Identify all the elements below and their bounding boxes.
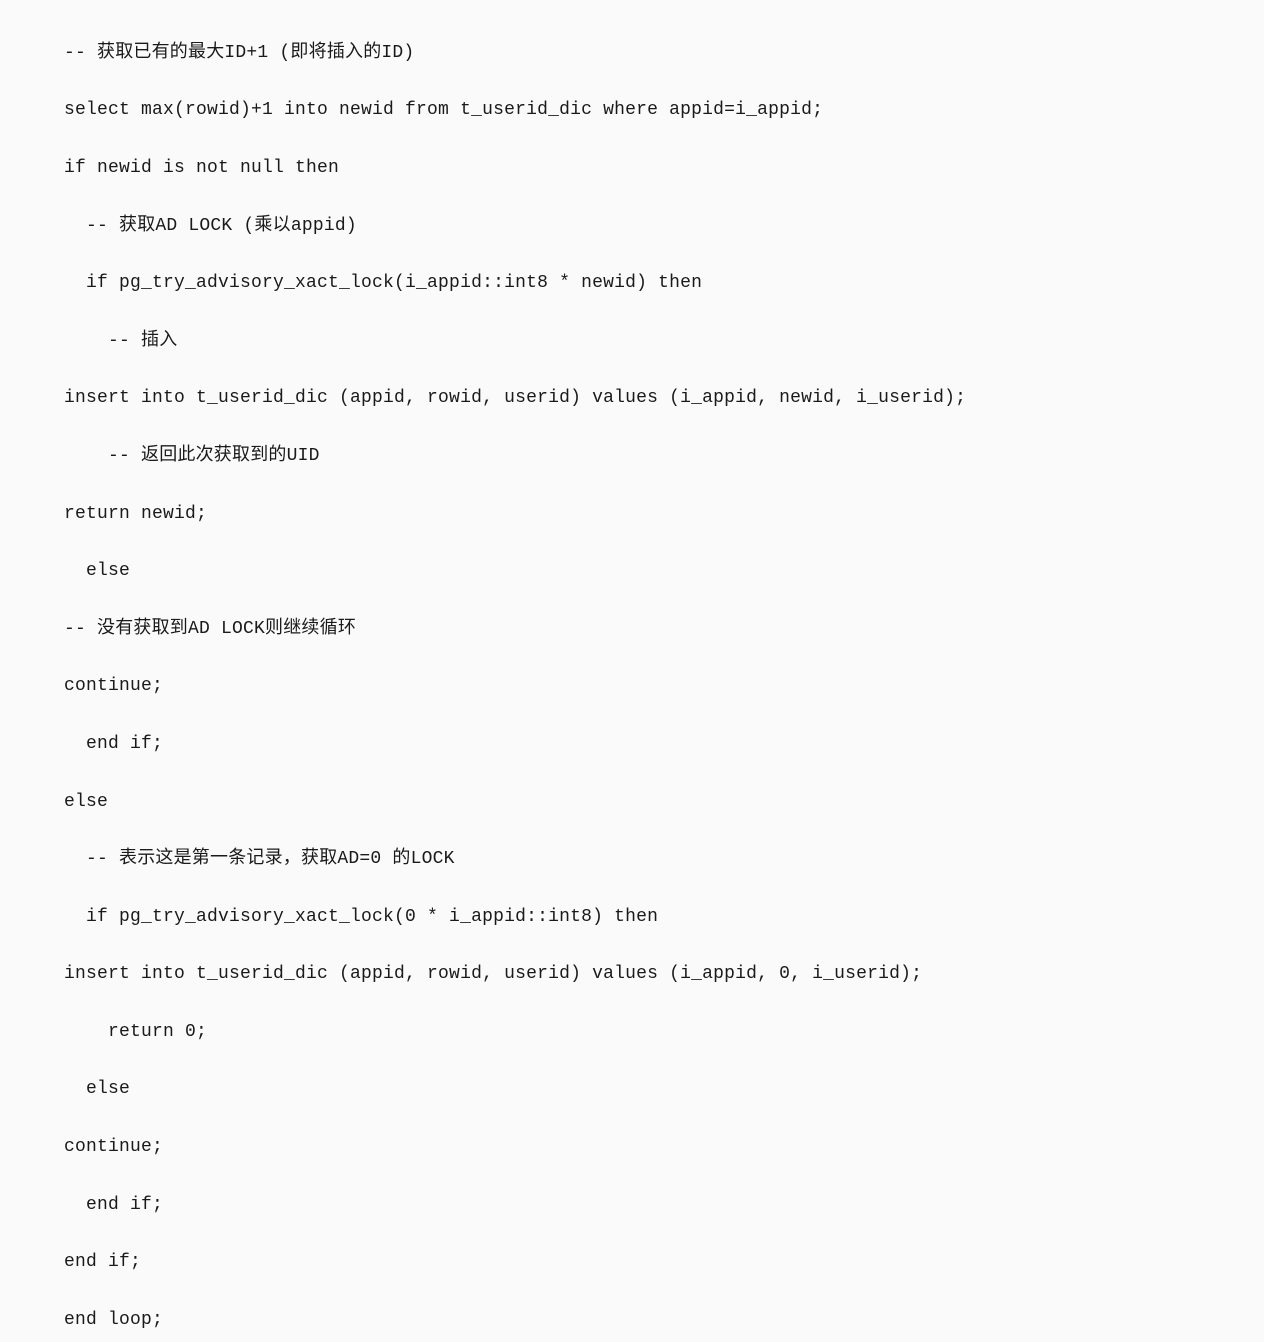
code-line: -- 表示这是第一条记录，获取AD=0 的LOCK bbox=[64, 845, 1264, 874]
code-line: -- 插入 bbox=[64, 327, 1264, 356]
code-line: if pg_try_advisory_xact_lock(i_appid::in… bbox=[64, 269, 1264, 298]
code-line: -- 获取已有的最大ID+1 (即将插入的ID) bbox=[64, 39, 1264, 68]
code-line: -- 返回此次获取到的UID bbox=[64, 442, 1264, 471]
code-line: else bbox=[64, 557, 1264, 586]
code-line: select max(rowid)+1 into newid from t_us… bbox=[64, 96, 1264, 125]
code-line: end if; bbox=[64, 1191, 1264, 1220]
code-line: return 0; bbox=[64, 1018, 1264, 1047]
code-line: continue; bbox=[64, 672, 1264, 701]
code-line: else bbox=[64, 788, 1264, 817]
code-line: end if; bbox=[64, 1248, 1264, 1277]
code-line: insert into t_userid_dic (appid, rowid, … bbox=[64, 384, 1264, 413]
code-line: if newid is not null then bbox=[64, 154, 1264, 183]
code-line: else bbox=[64, 1075, 1264, 1104]
code-line: -- 获取AD LOCK (乘以appid) bbox=[64, 212, 1264, 241]
code-line: end if; bbox=[64, 730, 1264, 759]
code-line: return newid; bbox=[64, 500, 1264, 529]
code-line: -- 没有获取到AD LOCK则继续循环 bbox=[64, 615, 1264, 644]
code-line: if pg_try_advisory_xact_lock(0 * i_appid… bbox=[64, 903, 1264, 932]
code-line: continue; bbox=[64, 1133, 1264, 1162]
code-block: -- 获取已有的最大ID+1 (即将插入的ID) select max(rowi… bbox=[0, 10, 1264, 1342]
code-line: end loop; bbox=[64, 1306, 1264, 1335]
code-line: insert into t_userid_dic (appid, rowid, … bbox=[64, 960, 1264, 989]
